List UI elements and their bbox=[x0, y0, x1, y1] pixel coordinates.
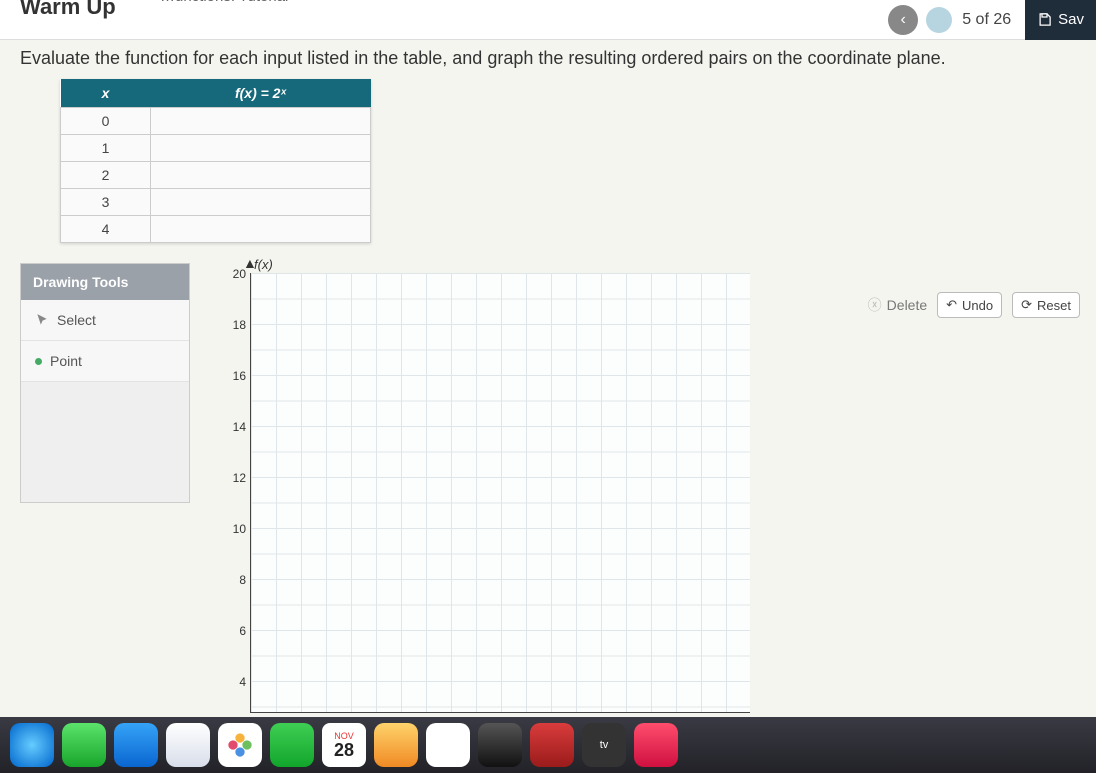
y-tick: 4 bbox=[222, 675, 246, 689]
cell-fx[interactable] bbox=[151, 135, 371, 162]
graph-area: Drawing Tools Select Point ▲ f(x) 20 18 … bbox=[20, 263, 1076, 733]
col-header-x: x bbox=[61, 79, 151, 108]
tool-point[interactable]: Point bbox=[21, 341, 189, 382]
undo-button[interactable]: ↶ Undo bbox=[937, 292, 1002, 318]
dock-app-icon[interactable] bbox=[426, 723, 470, 767]
dock-app-icon[interactable] bbox=[478, 723, 522, 767]
dock-safari-icon[interactable] bbox=[10, 723, 54, 767]
y-tick: 20 bbox=[222, 267, 246, 281]
dock-mail-icon[interactable] bbox=[114, 723, 158, 767]
photos-flower-icon bbox=[226, 731, 254, 759]
y-tick: 14 bbox=[222, 420, 246, 434]
dock-photos-icon[interactable] bbox=[218, 723, 262, 767]
top-bar: …unctions: Tutorial Warm Up ‹ 5 of 26 Sa… bbox=[0, 0, 1096, 40]
function-table: x f(x) = 2ˣ 0 1 2 3 4 bbox=[60, 79, 371, 243]
cell-x: 3 bbox=[61, 189, 151, 216]
tool-select-label: Select bbox=[57, 312, 96, 328]
cell-fx[interactable] bbox=[151, 216, 371, 243]
tool-select[interactable]: Select bbox=[21, 300, 189, 341]
undo-icon: ↶ bbox=[946, 297, 957, 313]
progress-indicator-icon bbox=[926, 7, 952, 33]
undo-label: Undo bbox=[962, 298, 993, 313]
graph-actions: ⓧ Delete ↶ Undo ⟳ Reset bbox=[868, 292, 1080, 318]
cell-fx[interactable] bbox=[151, 108, 371, 135]
tv-label: tv bbox=[600, 739, 609, 751]
content-area: Evaluate the function for each input lis… bbox=[0, 40, 1096, 733]
table-row: 3 bbox=[61, 189, 371, 216]
cell-x: 2 bbox=[61, 162, 151, 189]
calendar-day: 28 bbox=[334, 741, 354, 759]
y-tick: 18 bbox=[222, 318, 246, 332]
dock-messages-icon[interactable] bbox=[62, 723, 106, 767]
chevron-left-icon: ‹ bbox=[901, 11, 906, 29]
dock-facetime-icon[interactable] bbox=[270, 723, 314, 767]
coordinate-plane[interactable]: ▲ f(x) 20 18 16 14 12 10 8 6 4 bbox=[220, 263, 780, 733]
reset-label: Reset bbox=[1037, 298, 1071, 313]
drawing-tools-panel: Drawing Tools Select Point bbox=[20, 263, 190, 503]
delete-button[interactable]: ⓧ Delete bbox=[868, 295, 927, 315]
dock-app-icon[interactable] bbox=[374, 723, 418, 767]
table-row: 1 bbox=[61, 135, 371, 162]
table-row: 0 bbox=[61, 108, 371, 135]
y-tick: 6 bbox=[222, 624, 246, 638]
y-tick: 16 bbox=[222, 369, 246, 383]
breadcrumb: …unctions: Tutorial bbox=[160, 0, 288, 5]
tools-header: Drawing Tools bbox=[21, 264, 189, 300]
reset-button[interactable]: ⟳ Reset bbox=[1012, 292, 1080, 318]
cursor-icon bbox=[35, 313, 49, 327]
save-label: Sav bbox=[1058, 11, 1084, 28]
col-header-fx: f(x) = 2ˣ bbox=[151, 79, 371, 108]
point-icon bbox=[35, 358, 42, 365]
prev-button[interactable]: ‹ bbox=[888, 5, 918, 35]
reset-icon: ⟳ bbox=[1021, 297, 1032, 313]
y-tick: 8 bbox=[222, 573, 246, 587]
progress-text: 5 of 26 bbox=[962, 11, 1011, 29]
page-title: Warm Up bbox=[20, 0, 116, 20]
table-row: 4 bbox=[61, 216, 371, 243]
table-row: 2 bbox=[61, 162, 371, 189]
cell-x: 1 bbox=[61, 135, 151, 162]
y-tick: 10 bbox=[222, 522, 246, 536]
tools-spacer bbox=[21, 382, 189, 502]
instruction-text: Evaluate the function for each input lis… bbox=[20, 48, 1076, 69]
macos-dock: NOV 28 tv bbox=[0, 717, 1096, 773]
cell-fx[interactable] bbox=[151, 162, 371, 189]
delete-label: Delete bbox=[887, 297, 927, 313]
save-button[interactable]: Sav bbox=[1025, 0, 1096, 40]
cell-x: 4 bbox=[61, 216, 151, 243]
dock-app-icon[interactable] bbox=[634, 723, 678, 767]
cell-x: 0 bbox=[61, 108, 151, 135]
save-icon bbox=[1037, 12, 1052, 27]
tool-point-label: Point bbox=[50, 353, 82, 369]
grid[interactable] bbox=[250, 273, 750, 713]
dock-tv-icon[interactable]: tv bbox=[582, 723, 626, 767]
dock-calendar-icon[interactable]: NOV 28 bbox=[322, 723, 366, 767]
dock-app-icon[interactable] bbox=[530, 723, 574, 767]
y-tick: 12 bbox=[222, 471, 246, 485]
delete-icon: ⓧ bbox=[868, 295, 882, 315]
y-axis-label: f(x) bbox=[254, 257, 273, 272]
cell-fx[interactable] bbox=[151, 189, 371, 216]
dock-app-icon[interactable] bbox=[166, 723, 210, 767]
